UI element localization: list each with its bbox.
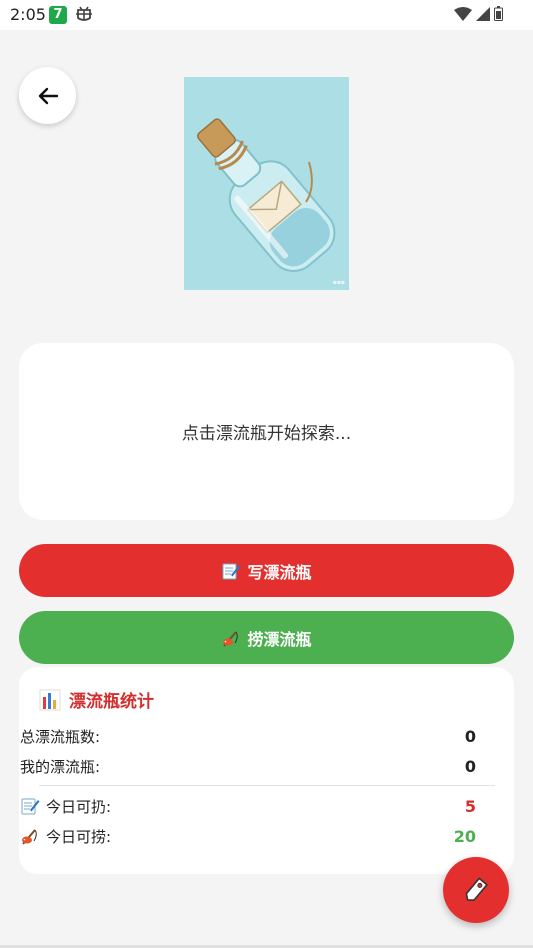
today-fish-row: 今日可捞: 20: [20, 825, 476, 847]
fish-bottle-button[interactable]: 捞漂流瓶: [19, 611, 514, 664]
arrow-left-icon: [38, 87, 58, 104]
signal-icon: [476, 6, 490, 21]
status-bar: 2:05 7: [0, 0, 533, 30]
today-throw-label: 今日可扔:: [46, 797, 112, 816]
my-bottles-row: 我的漂流瓶: 0: [20, 755, 476, 777]
stats-title-text: 漂流瓶统计: [69, 692, 154, 712]
watermark-icon: ▪▪▪: [332, 279, 345, 286]
stats-title: 漂流瓶统计: [39, 687, 154, 712]
memo-icon: [222, 563, 241, 579]
bar-chart-icon: [39, 689, 61, 710]
my-bottles-value: 0: [464, 756, 476, 776]
write-bottle-label: 写漂流瓶: [247, 562, 312, 582]
app-notification-icon: 7: [49, 6, 67, 24]
status-time: 2:05: [10, 5, 46, 24]
tag-fab-button[interactable]: [443, 857, 509, 923]
fishing-pole-icon: [22, 829, 37, 845]
today-fish-value: 20: [453, 826, 476, 846]
explore-card[interactable]: 点击漂流瓶开始探索...: [19, 343, 514, 520]
total-bottles-value: 0: [464, 726, 476, 746]
stats-divider: [39, 785, 495, 786]
explore-prompt: 点击漂流瓶开始探索...: [181, 424, 352, 444]
back-button[interactable]: [19, 67, 76, 124]
message-bottle-illustration: [184, 77, 349, 290]
battery-icon: [494, 6, 503, 21]
my-bottles-label: 我的漂流瓶:: [20, 757, 101, 776]
total-bottles-label: 总漂流瓶数:: [20, 727, 101, 746]
today-throw-value: 5: [464, 796, 476, 816]
fishing-pole-icon: [223, 630, 239, 647]
tag-icon: [465, 877, 488, 901]
bug-icon: [76, 6, 92, 21]
wifi-icon: [454, 6, 472, 21]
total-bottles-row: 总漂流瓶数: 0: [20, 725, 476, 747]
memo-icon: [21, 798, 40, 815]
bottle-image[interactable]: ▪▪▪: [184, 77, 349, 290]
write-bottle-button[interactable]: 写漂流瓶: [19, 544, 514, 597]
today-throw-row: 今日可扔: 5: [20, 795, 476, 817]
fish-bottle-label: 捞漂流瓶: [247, 629, 312, 649]
today-fish-label: 今日可捞:: [46, 827, 112, 846]
